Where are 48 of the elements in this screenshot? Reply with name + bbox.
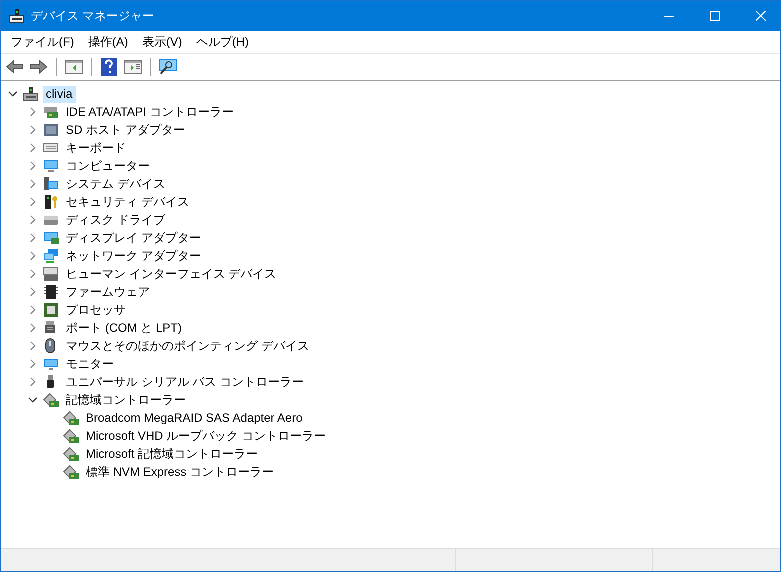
- storage-controller-icon: [63, 464, 79, 480]
- tree-item[interactable]: コンピューター: [63, 158, 153, 174]
- tree-item[interactable]: ヒューマン インターフェイス デバイス: [63, 266, 280, 282]
- tree-item[interactable]: ネットワーク アダプター: [63, 248, 204, 264]
- monitor-icon: [43, 356, 59, 372]
- key-icon: [43, 194, 59, 210]
- storage-controller-icon: [63, 446, 79, 462]
- network-icon: [43, 248, 59, 264]
- storage-controller-icon: [63, 428, 79, 444]
- tree-item[interactable]: ポート (COM と LPT): [63, 320, 185, 336]
- close-icon: [756, 11, 766, 21]
- storage-controller-icon: [43, 392, 59, 408]
- circuit-board-icon: [43, 104, 59, 120]
- tree-item[interactable]: キーボード: [63, 140, 129, 156]
- chip-icon: [43, 284, 59, 300]
- tree-item[interactable]: ユニバーサル シリアル バス コントローラー: [63, 374, 308, 390]
- computer-name[interactable]: clivia: [43, 86, 76, 102]
- tree-item[interactable]: IDE ATA/ATAPI コントローラー: [63, 104, 237, 120]
- tree-item[interactable]: ディスク ドライブ: [63, 212, 168, 228]
- window-title: デバイス マネージャー: [31, 8, 156, 24]
- menu-item[interactable]: 操作(A): [81, 32, 136, 52]
- maximize-icon: [710, 11, 720, 21]
- tree-item[interactable]: ディスプレイ アダプター: [63, 230, 204, 246]
- menu-item[interactable]: ヘルプ(H): [189, 32, 256, 52]
- tree-item[interactable]: 標準 NVM Express コントローラー: [83, 464, 278, 480]
- tree-item[interactable]: マウスとそのほかのポインティング デバイス: [63, 338, 312, 354]
- tree-item[interactable]: Microsoft VHD ループバック コントローラー: [83, 428, 330, 444]
- computer-icon: [23, 86, 39, 102]
- storage-controller-icon: [63, 410, 79, 426]
- display-adapter-icon: [43, 230, 59, 246]
- app-icon: [9, 8, 25, 24]
- tree-item[interactable]: セキュリティ デバイス: [63, 194, 192, 210]
- menu-item[interactable]: 表示(V): [135, 32, 190, 52]
- processor-icon: [43, 302, 59, 318]
- tree-item[interactable]: Broadcom MegaRAID SAS Adapter Aero: [83, 410, 306, 426]
- menu-item[interactable]: ファイル(F): [4, 32, 82, 52]
- monitor-icon: [43, 158, 59, 174]
- tree-item[interactable]: プロセッサ: [63, 302, 129, 318]
- card-reader-icon: [43, 122, 59, 138]
- tree-item[interactable]: Microsoft 記憶域コントローラー: [83, 446, 262, 462]
- tree-item[interactable]: システム デバイス: [63, 176, 168, 192]
- computer-icon: [43, 176, 59, 192]
- help-button[interactable]: [98, 56, 120, 78]
- tree-item[interactable]: ファームウェア: [63, 284, 153, 300]
- joystick-icon: [43, 266, 59, 282]
- tree-item[interactable]: モニター: [63, 356, 117, 372]
- tree-item[interactable]: SD ホスト アダプター: [63, 122, 188, 138]
- tree-item[interactable]: 記憶域コントローラー: [63, 392, 189, 408]
